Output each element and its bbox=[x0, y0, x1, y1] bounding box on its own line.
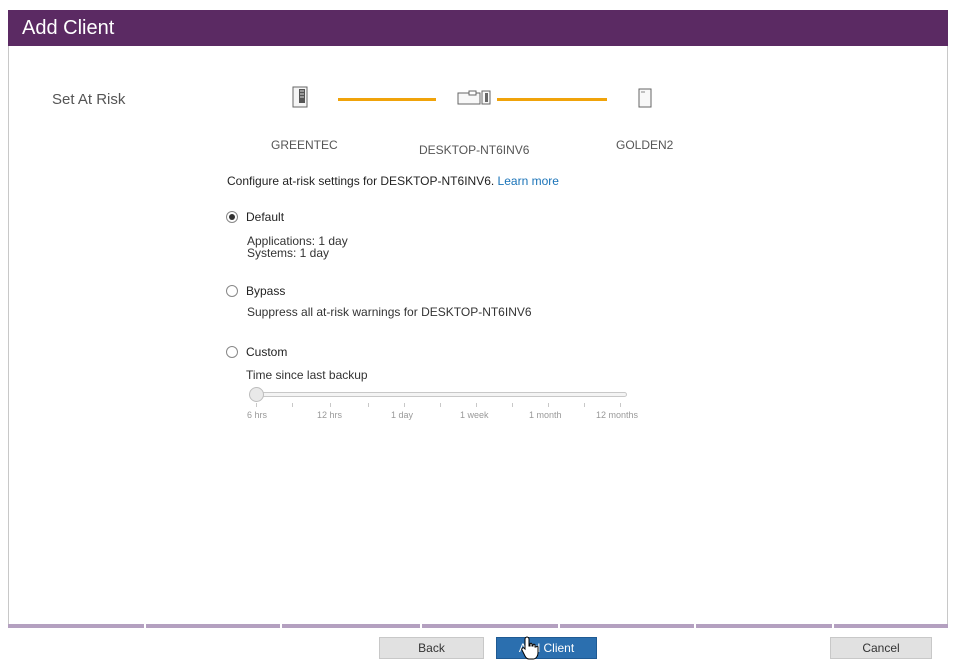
bypass-label[interactable]: Bypass bbox=[246, 284, 285, 298]
slider-tick-label: 12 months bbox=[596, 410, 639, 420]
dialog-body bbox=[8, 46, 948, 624]
dialog-title: Add Client bbox=[22, 17, 115, 39]
node-label-golden2: GOLDEN2 bbox=[616, 138, 674, 152]
slider-tick bbox=[404, 403, 405, 407]
slider-tick bbox=[512, 403, 513, 407]
slider-tick-label: 1 month bbox=[529, 410, 562, 420]
slider-tick-label: 12 hrs bbox=[317, 410, 343, 420]
slider-tick-label: 1 day bbox=[391, 410, 414, 420]
connector-line bbox=[338, 98, 436, 101]
backup-time-slider-track[interactable] bbox=[252, 392, 627, 397]
desktop-computer-icon bbox=[457, 90, 491, 111]
node-label-greentec: GREENTEC bbox=[271, 138, 338, 152]
custom-label[interactable]: Custom bbox=[246, 345, 287, 359]
nas-drive-icon bbox=[638, 88, 652, 113]
slider-tick bbox=[256, 403, 257, 407]
server-tower-icon bbox=[292, 86, 308, 113]
slider-tick bbox=[440, 403, 441, 407]
slider-tick bbox=[368, 403, 369, 407]
backup-time-label: Time since last backup bbox=[246, 368, 368, 382]
connector-line bbox=[497, 98, 607, 101]
learn-more-link[interactable]: Learn more bbox=[498, 174, 559, 188]
description-text: Configure at-risk settings for DESKTOP-N… bbox=[227, 174, 495, 188]
slider-tick bbox=[620, 403, 621, 407]
slider-tick bbox=[476, 403, 477, 407]
back-button[interactable]: Back bbox=[379, 637, 484, 659]
node-label-desktop: DESKTOP-NT6INV6 bbox=[419, 143, 530, 157]
settings-description: Configure at-risk settings for DESKTOP-N… bbox=[227, 174, 559, 188]
step-label: Set At Risk bbox=[52, 91, 126, 108]
default-label[interactable]: Default bbox=[246, 210, 284, 224]
slider-tick bbox=[584, 403, 585, 407]
slider-tick-label: 1 week bbox=[460, 410, 489, 420]
cancel-button[interactable]: Cancel bbox=[830, 637, 932, 659]
default-systems-detail: Systems: 1 day bbox=[247, 246, 330, 260]
slider-tick-label: 6 hrs bbox=[247, 410, 268, 420]
bypass-radio[interactable] bbox=[226, 285, 238, 297]
slider-tick bbox=[292, 403, 293, 407]
backup-time-slider-thumb[interactable] bbox=[249, 387, 264, 402]
default-radio[interactable] bbox=[226, 211, 238, 223]
dialog-titlebar: Add Client bbox=[8, 10, 948, 46]
custom-radio[interactable] bbox=[226, 346, 238, 358]
hand-cursor-icon bbox=[521, 636, 539, 661]
add-client-button[interactable]: Add Client bbox=[496, 637, 597, 659]
footer-divider bbox=[8, 624, 948, 628]
slider-tick bbox=[548, 403, 549, 407]
bypass-detail: Suppress all at-risk warnings for DESKTO… bbox=[247, 305, 532, 319]
slider-tick bbox=[330, 403, 331, 407]
